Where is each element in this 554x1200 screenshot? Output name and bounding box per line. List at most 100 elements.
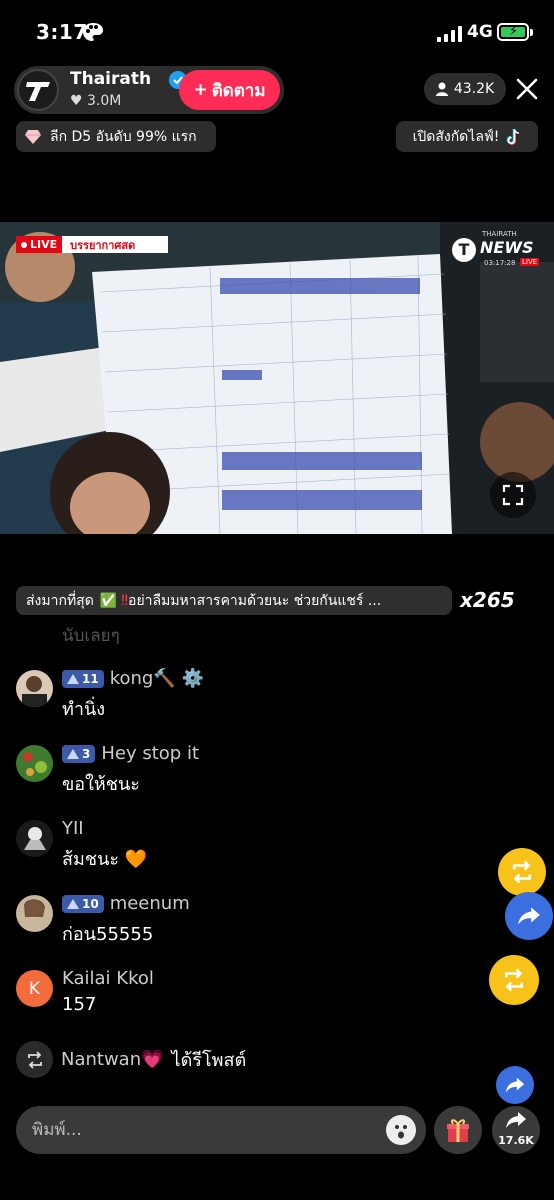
comment-input-bar[interactable]	[16, 1106, 426, 1154]
username: YII	[62, 818, 84, 839]
username: Kailai Kkol	[62, 968, 154, 989]
follow-button[interactable]: + ติดตาม	[179, 70, 280, 110]
comment-text: 157	[62, 994, 97, 1015]
avatar[interactable]	[16, 820, 53, 857]
comment-text: ขอให้ชนะ	[62, 774, 140, 795]
follow-label: ติดตาม	[211, 80, 266, 101]
live-dot-icon	[21, 241, 27, 248]
top-gift-text: อย่าลืมมหาสารคามด้วยนะ ช่วยกันแชร์ ...	[128, 592, 382, 609]
live-caption-banner: LIVE บรรยากาศสด	[16, 236, 168, 253]
comment-item[interactable]: YII ส้มชนะ 🧡	[16, 818, 476, 880]
watermark-main: NEWS	[480, 238, 534, 257]
thairath-news-logo-icon: T	[452, 238, 476, 262]
gift-icon	[447, 1119, 469, 1142]
plus-icon: +	[193, 80, 208, 100]
live-label: LIVE	[30, 238, 58, 251]
level-badge: 3	[62, 744, 96, 763]
battery-icon: ⚡	[497, 23, 529, 41]
check-icon: ✅	[99, 592, 118, 609]
share-arrow-icon	[518, 907, 540, 925]
comment-text: ส้มชนะ 🧡	[62, 849, 148, 870]
share-arrow-icon	[506, 1112, 526, 1128]
watermark-time: 03:17:28	[484, 259, 516, 267]
palette-icon	[83, 23, 103, 41]
share-fab-button-2[interactable]	[496, 1066, 534, 1104]
comment-text: ทำนิ่ง	[62, 699, 106, 720]
username: Hey stop it	[101, 743, 199, 764]
repost-user[interactable]: Nantwan💗	[61, 1049, 164, 1070]
level-icon	[67, 898, 79, 909]
watermark-live: LIVE	[520, 258, 540, 266]
alert-icon: ‼	[121, 592, 129, 609]
host-info[interactable]: Thairath ♥ 3.0M + ติดตาม	[14, 66, 284, 114]
level-badge: 11	[62, 669, 104, 688]
comment-user[interactable]: 10 meenum	[62, 893, 190, 914]
share-fab-button[interactable]	[505, 892, 553, 940]
comment-user[interactable]: YII	[62, 818, 84, 839]
league-rank-badge[interactable]: ลีก D5 อันดับ 99% แรก	[16, 121, 216, 152]
share-arrow-icon	[505, 1077, 525, 1093]
viewer-count[interactable]: 43.2K	[424, 73, 506, 105]
person-icon	[435, 82, 448, 96]
battery-cap	[530, 29, 533, 36]
repost-icon	[504, 968, 524, 992]
level-value: 11	[82, 671, 99, 686]
status-bar: 3:17 4G ⚡	[0, 0, 554, 66]
close-icon[interactable]	[513, 75, 541, 103]
diamond-icon	[25, 129, 41, 144]
subscribe-live-text: เปิดสังกัดไลฟ์!	[412, 128, 500, 145]
comment-user[interactable]: Kailai Kkol	[62, 968, 154, 989]
live-video[interactable]: LIVE บรรยากาศสด T THAIRATH NEWS 03:17:28…	[0, 222, 554, 534]
repost-fab-button-2[interactable]	[489, 955, 539, 1005]
avatar[interactable]	[16, 745, 53, 782]
fullscreen-button[interactable]	[490, 472, 536, 518]
comment-input[interactable]	[32, 1116, 372, 1144]
share-button[interactable]: 17.6K	[492, 1106, 540, 1154]
top-gift-label: ส่งมากที่สุด	[26, 592, 94, 609]
host-avatar[interactable]	[17, 69, 59, 111]
comment-text: ก่อน55555	[62, 924, 154, 945]
fullscreen-icon	[502, 484, 524, 506]
username: kong🔨 ⚙️	[109, 668, 204, 689]
level-badge: 10	[62, 894, 104, 913]
repost-fab-button[interactable]	[498, 848, 546, 896]
comment-user[interactable]: 11 kong🔨 ⚙️	[62, 668, 204, 689]
faded-comment: นับเลยๆ	[62, 626, 120, 646]
host-likes: ♥ 3.0M	[70, 93, 121, 109]
tiktok-icon	[507, 128, 520, 145]
avatar[interactable]	[16, 670, 53, 707]
comment-item[interactable]: K Kailai Kkol 157	[16, 968, 476, 1030]
avatar[interactable]: K	[16, 970, 53, 1007]
comment-user[interactable]: 3 Hey stop it	[62, 743, 199, 764]
emoji-icon	[395, 1125, 407, 1139]
comment-item[interactable]: 11 kong🔨 ⚙️ ทำนิ่ง	[16, 668, 476, 730]
repost-icon	[16, 1041, 53, 1078]
channel-watermark: T THAIRATH NEWS 03:17:28 LIVE	[452, 230, 542, 270]
host-likes-count: 3.0M	[87, 93, 122, 109]
gift-button[interactable]	[434, 1106, 482, 1154]
share-count: 17.6K	[498, 1134, 534, 1147]
status-time: 3:17	[36, 20, 88, 44]
live-caption-text: บรรยากาศสด	[70, 238, 136, 252]
username: meenum	[109, 893, 190, 914]
repost-notice: Nantwan💗 ได้รีโพสต์	[16, 1041, 246, 1078]
emoji-button[interactable]	[386, 1115, 416, 1145]
comment-item[interactable]: 10 meenum ก่อน55555	[16, 893, 476, 955]
top-gift-count: x265	[460, 588, 515, 612]
signal-icon	[437, 26, 463, 42]
repost-icon	[512, 860, 532, 884]
viewer-count-value: 43.2K	[453, 81, 495, 97]
watermark-top: THAIRATH	[482, 230, 517, 238]
level-icon	[67, 748, 79, 759]
network-label: 4G	[467, 22, 493, 42]
thairath-logo-icon	[26, 82, 50, 101]
heart-icon: ♥	[70, 93, 83, 109]
repost-action: ได้รีโพสต์	[171, 1050, 247, 1071]
avatar[interactable]	[16, 895, 53, 932]
top-gift-comment[interactable]: ส่งมากที่สุด ✅ ‼ อย่าลืมมหาสารคามด้วยนะ …	[16, 586, 452, 615]
subscribe-live-button[interactable]: เปิดสังกัดไลฟ์!	[396, 121, 538, 152]
comment-item[interactable]: 3 Hey stop it ขอให้ชนะ	[16, 743, 476, 805]
avatar-initial: K	[28, 978, 41, 999]
host-name[interactable]: Thairath	[70, 69, 151, 89]
level-icon	[67, 673, 79, 684]
